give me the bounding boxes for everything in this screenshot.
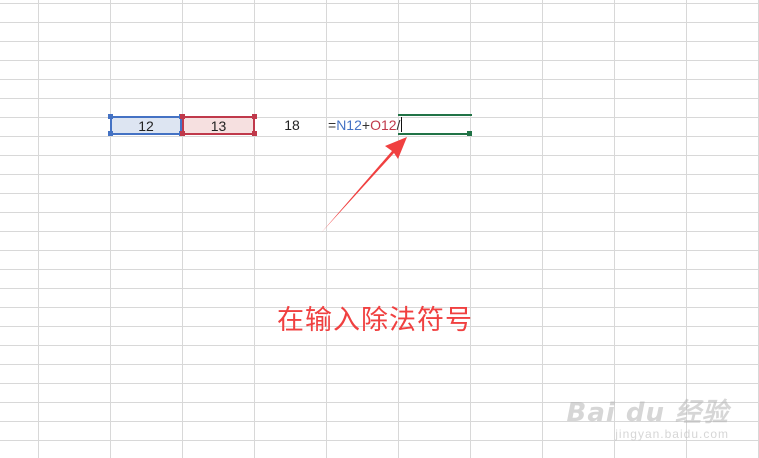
watermark-url: jingyan.baidu.com: [615, 427, 729, 441]
arrow-shape: [321, 137, 407, 233]
annotation-caption: 在输入除法符号: [277, 305, 473, 336]
formula-equals: =: [328, 117, 337, 133]
annotation-arrow-icon: [321, 137, 407, 233]
formula-ref-o12: O12: [370, 117, 397, 133]
formula-ref-n12: N12: [336, 117, 362, 133]
cell-o12[interactable]: 13: [182, 116, 255, 135]
spreadsheet-grid[interactable]: 12 13 18 =N12+O12/ 在输入除法符号 Bai du 经验 jin…: [0, 0, 759, 458]
cell-p12[interactable]: 18: [256, 116, 328, 135]
n12-range-handle-bottom-left[interactable]: [108, 131, 113, 136]
o12-range-handle-bottom-left[interactable]: [180, 131, 185, 136]
o12-range-handle-top-left[interactable]: [180, 114, 185, 119]
watermark: Bai du 经验 jingyan.baidu.com: [567, 392, 730, 441]
n12-range-handle-top-left[interactable]: [108, 114, 113, 119]
active-cell-selection[interactable]: [398, 114, 472, 135]
cell-n12[interactable]: 12: [110, 116, 182, 135]
watermark-logo: Bai du 经验: [566, 398, 729, 428]
fill-handle[interactable]: [467, 131, 472, 136]
formula-plus: +: [361, 117, 371, 133]
